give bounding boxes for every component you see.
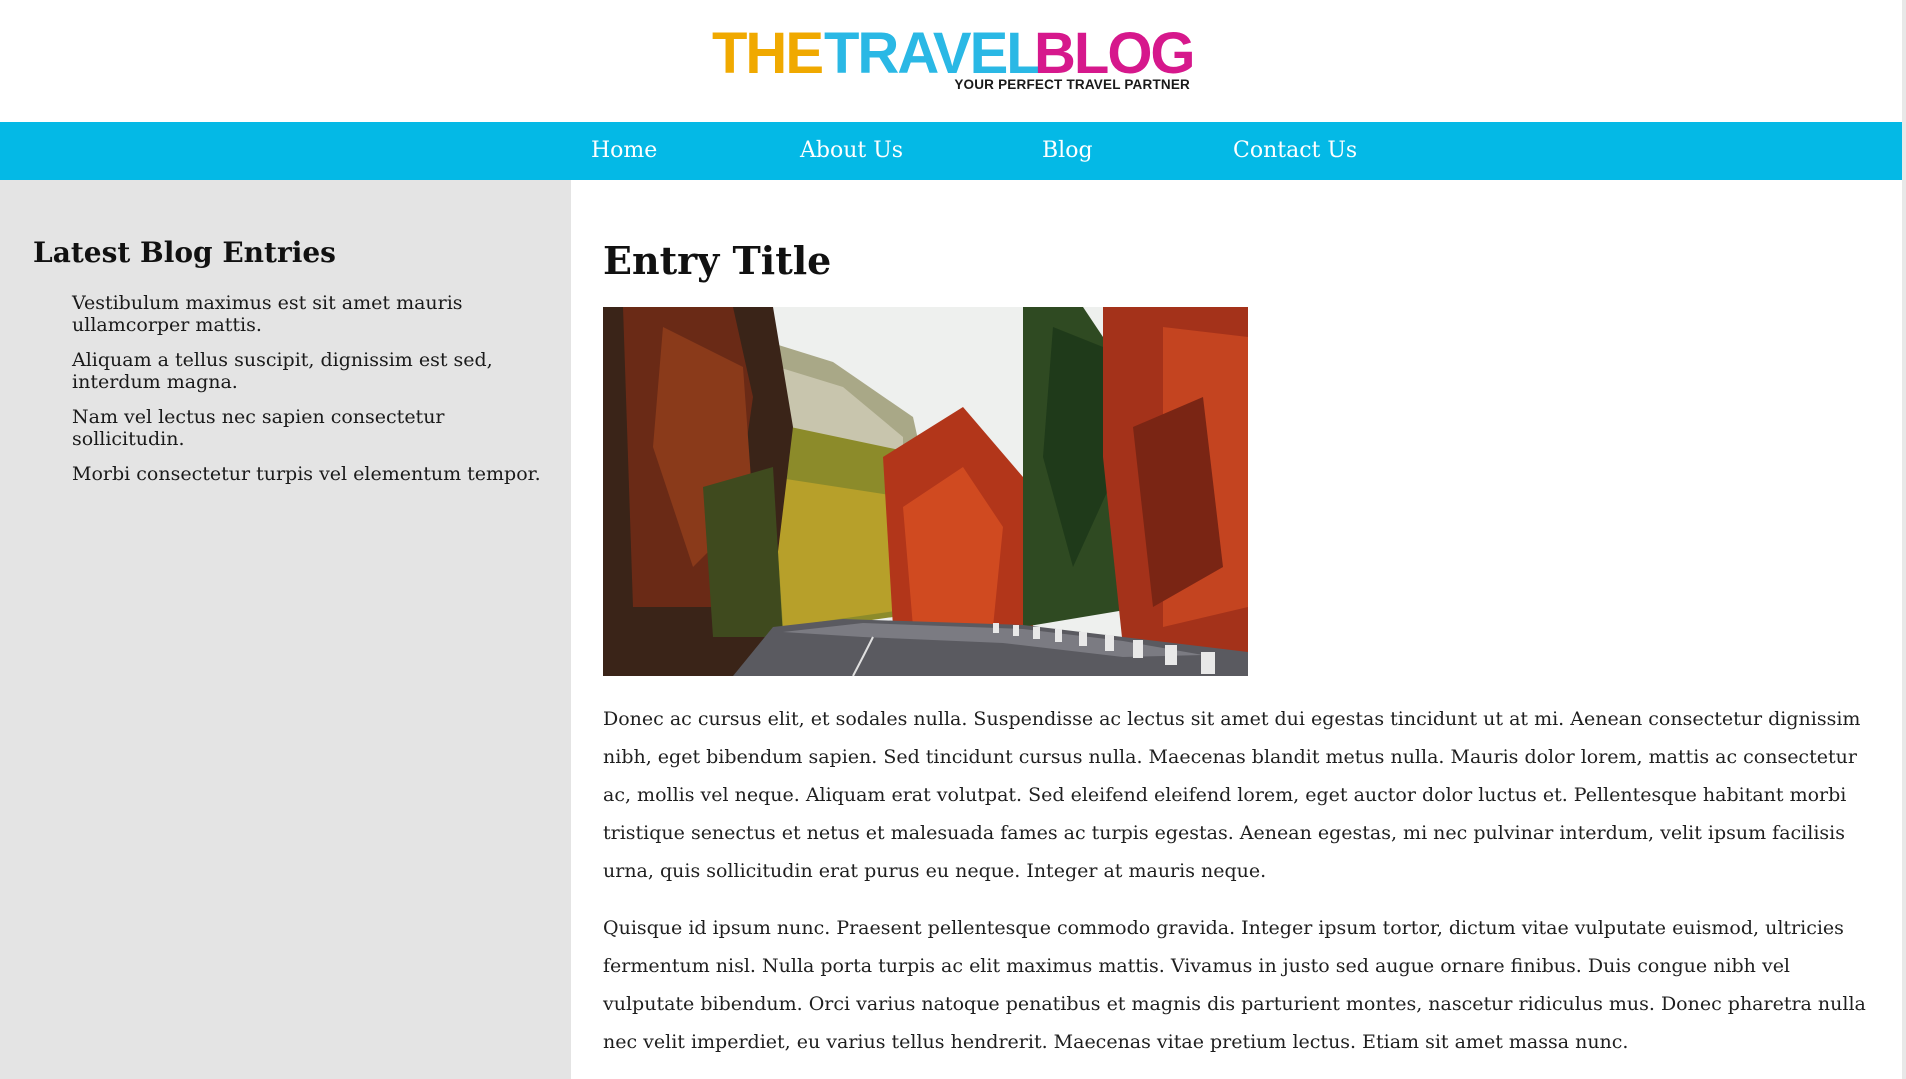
autumn-road-photo [603, 307, 1248, 676]
entry-body: Donec ac cursus elit, et sodales nulla. … [603, 700, 1873, 1079]
entry-image [603, 307, 1248, 676]
logo-word-blog: BLOG [1034, 21, 1196, 86]
entry-paragraph: Donec ac cursus elit, et sodales nulla. … [603, 708, 1861, 882]
latest-entries-list: Vestibulum maximus est sit amet mauris u… [72, 292, 542, 498]
sidebar-title: Latest Blog Entries [33, 236, 336, 269]
latest-entry-link[interactable]: Aliquam a tellus suscipit, dignissim est… [72, 349, 542, 393]
nav-item-about-us[interactable]: About Us [800, 122, 903, 180]
logo-word-travel: TRAVEL [824, 21, 1042, 86]
page: THE TRAVEL BLOG YOUR PERFECT TRAVEL PART… [0, 0, 1906, 1079]
site-logo[interactable]: THE TRAVEL BLOG YOUR PERFECT TRAVEL PART… [712, 21, 1196, 99]
nav-item-contact-us[interactable]: Contact Us [1233, 122, 1357, 180]
main-nav: Home About Us Blog Contact Us [0, 122, 1902, 180]
site-header: THE TRAVEL BLOG YOUR PERFECT TRAVEL PART… [0, 0, 1902, 122]
latest-entry-link[interactable]: Vestibulum maximus est sit amet mauris u… [72, 292, 542, 336]
latest-entry-link[interactable]: Morbi consectetur turpis vel elementum t… [72, 463, 542, 485]
main-content: Entry Title Donec ac cursus elit, et sod… [571, 180, 1902, 1079]
logo-word-the: THE [712, 21, 824, 86]
page-scrollbar[interactable] [1902, 0, 1906, 1079]
sidebar: Latest Blog Entries Vestibulum maximus e… [0, 180, 571, 1079]
entry-paragraph: Quisque id ipsum nunc. Praesent pellente… [603, 917, 1866, 1053]
latest-entry-link[interactable]: Nam vel lectus nec sapien consectetur so… [72, 406, 542, 450]
entry-title: Entry Title [603, 238, 832, 283]
logo-tagline: YOUR PERFECT TRAVEL PARTNER [954, 77, 1190, 92]
nav-item-home[interactable]: Home [591, 122, 657, 180]
nav-item-blog[interactable]: Blog [1042, 122, 1093, 180]
